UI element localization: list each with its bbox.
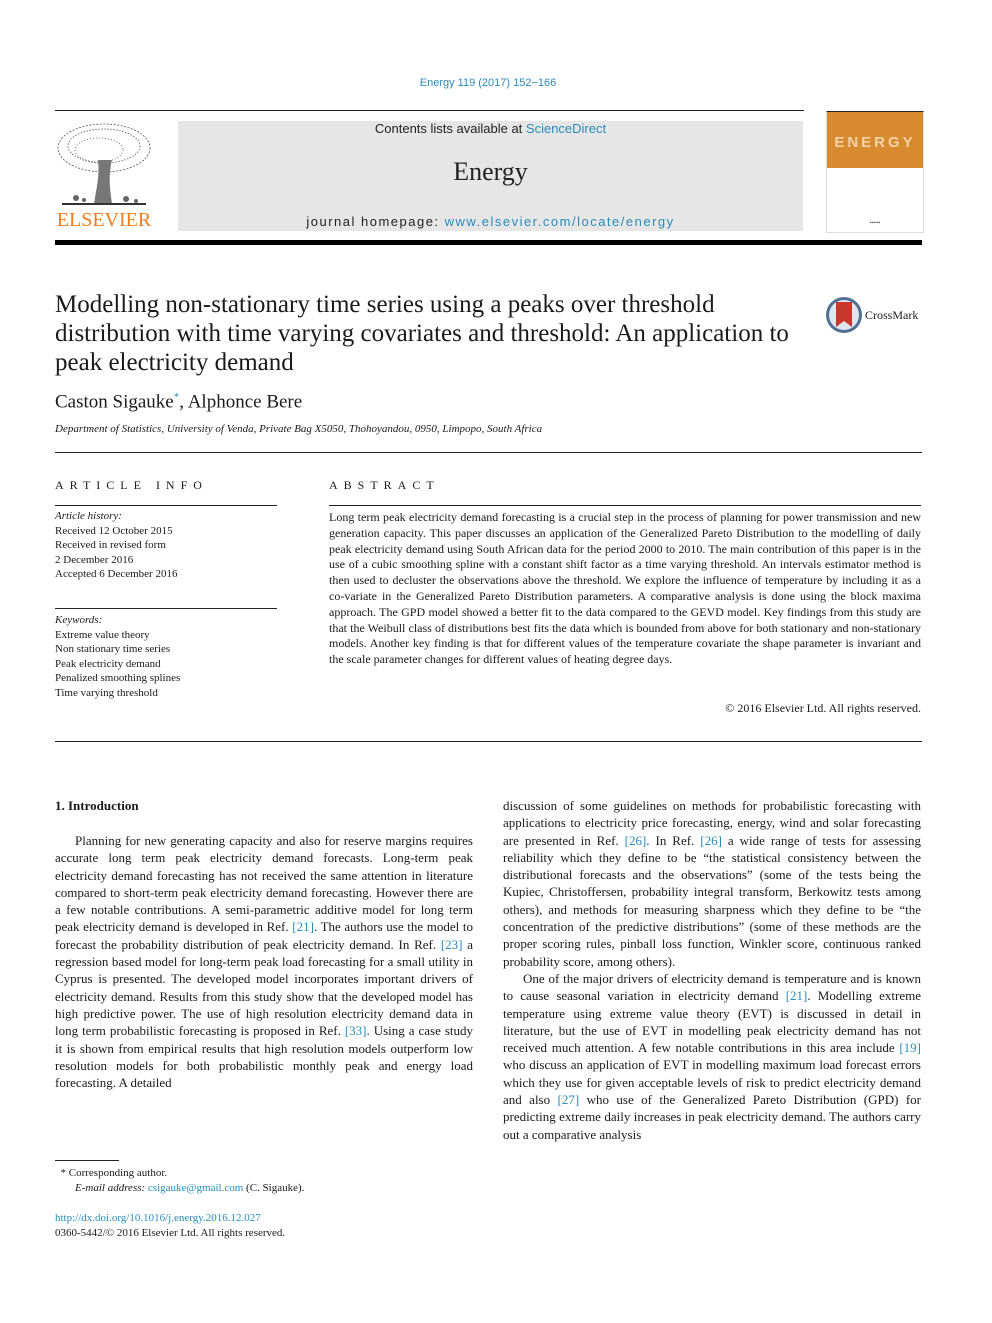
cover-title: ENERGY [834, 134, 916, 151]
history-item: 2 December 2016 [55, 553, 134, 566]
crossmark-icon [826, 297, 862, 333]
history-item: Accepted 6 December 2016 [55, 568, 178, 580]
journal-banner: Contents lists available at ScienceDirec… [178, 121, 803, 231]
abstract-rule [329, 505, 921, 506]
article-title: Modelling non-stationary time series usi… [55, 291, 789, 376]
cover-band: ENERGY [827, 112, 923, 168]
crossmark-badge[interactable]: CrossMark [825, 296, 925, 336]
keywords-label: Keywords: [55, 614, 103, 626]
footnote-rule [55, 1160, 119, 1161]
journal-citation[interactable]: Energy 119 (2017) 152−166 [0, 77, 976, 89]
keyword-item: Penalized smoothing splines [55, 672, 181, 684]
keywords-block: Keywords: Extreme value theory Non stati… [55, 613, 277, 700]
header-thick-rule [55, 240, 922, 245]
elsevier-logo: ELSEVIER [54, 120, 154, 232]
cover-footer: ▪▪▪▪▪▪ [869, 220, 881, 226]
author-name: Alphonce Bere [187, 391, 303, 413]
author-list: Caston Sigauke*, Alphonce Bere [55, 391, 303, 413]
elsevier-wordmark: ELSEVIER [56, 209, 152, 231]
issn-line: 0360-5442/© 2016 Elsevier Ltd. All right… [55, 1227, 286, 1239]
section-heading-introduction: 1. Introduction [55, 798, 139, 813]
citation-link[interactable]: Energy 119 (2017) 152−166 [420, 77, 557, 89]
keyword-item: Peak electricity demand [55, 657, 161, 670]
journal-cover-thumbnail[interactable]: ENERGY ▪▪▪▪▪▪ [826, 111, 924, 233]
elsevier-tree-icon [57, 123, 151, 205]
body-column-right: discussion of some guidelines on methods… [503, 797, 921, 1143]
body-column-left: Planning for new generating capacity and… [55, 832, 473, 1091]
footnote-corresponding: * Corresponding author. [60, 1167, 168, 1179]
abstract-text: Long term peak electricity demand foreca… [329, 510, 921, 667]
footnote-email: E-mail address: csigauke@gmail.com (C. S… [75, 1182, 305, 1194]
email-link[interactable]: csigauke@gmail.com [148, 1182, 243, 1194]
header-rule [55, 110, 804, 111]
history-item: Received 12 October 2015 [55, 524, 173, 537]
article-info-rule [55, 505, 277, 506]
article-info-heading: ARTICLE INFO [55, 478, 208, 492]
author-name: Caston Sigauke [55, 391, 174, 413]
article-history: Article history: Received 12 October 201… [55, 509, 277, 582]
front-matter-rule [55, 741, 922, 742]
reference-link[interactable]: [21] [292, 919, 314, 934]
keywords-rule [55, 608, 277, 609]
reference-link[interactable]: [26] [700, 833, 722, 848]
footnote: * Corresponding author. E-mail address: … [55, 1166, 305, 1196]
paragraph: discussion of some guidelines on methods… [503, 798, 921, 969]
history-label: Article history: [55, 510, 122, 522]
keyword-item: Extreme value theory [55, 628, 150, 641]
reference-link[interactable]: [19] [899, 1040, 921, 1055]
homepage-link[interactable]: www.elsevier.com/locate/energy [445, 214, 675, 229]
reference-link[interactable]: [23] [441, 937, 463, 952]
paragraph: One of the major drivers of electricity … [503, 970, 922, 1142]
reference-link[interactable]: [26] [625, 833, 647, 848]
paragraph: Planning for new generating capacity and… [55, 833, 473, 1091]
sciencedirect-link[interactable]: ScienceDirect [526, 121, 606, 136]
reference-link[interactable]: [33] [345, 1023, 367, 1038]
history-item: Received in revised form [55, 539, 166, 551]
abstract-copyright: © 2016 Elsevier Ltd. All rights reserved… [725, 701, 921, 715]
journal-name: Energy [453, 157, 528, 186]
homepage-line: journal homepage: www.elsevier.com/locat… [306, 214, 675, 229]
doi-link[interactable]: http://dx.doi.org/10.1016/j.energy.2016.… [55, 1212, 261, 1224]
reference-link[interactable]: [27] [558, 1092, 580, 1107]
keyword-item: Non stationary time series [55, 643, 171, 655]
doi-block: http://dx.doi.org/10.1016/j.energy.2016.… [55, 1211, 285, 1241]
affiliation: Department of Statistics, University of … [55, 423, 543, 435]
reference-link[interactable]: [21] [786, 988, 808, 1003]
section-rule [55, 452, 922, 453]
contents-line: Contents lists available at ScienceDirec… [374, 121, 607, 136]
crossmark-label: CrossMark [865, 308, 919, 322]
keyword-item: Time varying threshold [55, 686, 158, 699]
abstract-heading: ABSTRACT [329, 478, 440, 492]
